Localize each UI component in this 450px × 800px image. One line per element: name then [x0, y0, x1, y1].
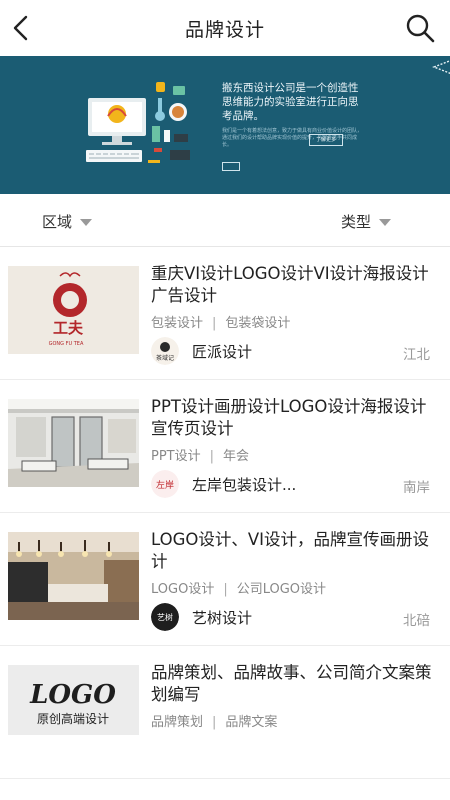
- region-filter[interactable]: 区域: [42, 211, 93, 232]
- item-tags: 品牌策划 | 品牌文案: [151, 715, 278, 730]
- top-bar: 品牌设计: [0, 0, 450, 56]
- shop-logo-text: 艺树: [157, 612, 173, 622]
- desk-illustration: [86, 82, 190, 163]
- shop-name: 匠派设计: [192, 342, 253, 361]
- list-item[interactable]: PPT设计画册设计LOGO设计海报设计宣传页设计 PPT设计 | 年会 左岸 左岸包…: [0, 380, 450, 513]
- caret-down-icon: [80, 219, 93, 226]
- shop-info[interactable]: 茶域记 匠派设计: [151, 337, 252, 365]
- shop-logo: 左岸: [151, 470, 179, 498]
- item-tag: 包装设计: [151, 316, 204, 331]
- item-tags: LOGO设计 | 公司LOGO设计: [151, 582, 327, 597]
- shop-logo: 茶域记: [151, 337, 179, 365]
- thumb-brand-subtext: GONG FU TEA: [49, 341, 84, 347]
- item-thumbnail: 工夫 GONG FU TEA: [8, 266, 139, 354]
- item-title: PPT设计画册设计LOGO设计海报设计宣传页设计: [151, 397, 427, 438]
- item-thumbnail: [8, 399, 139, 487]
- item-tag: 品牌文案: [225, 715, 278, 730]
- item-tag: 包装袋设计: [225, 316, 291, 331]
- caret-down-icon: [379, 219, 392, 226]
- item-tag: 公司LOGO设计: [236, 582, 327, 597]
- item-district: 江北: [403, 347, 430, 363]
- back-arrow-icon[interactable]: [6, 12, 38, 44]
- item-thumbnail: LOGO 原创高端设计: [8, 665, 139, 735]
- filter-bar: 区域 类型: [0, 194, 450, 247]
- item-tag: LOGO设计: [151, 582, 215, 597]
- shop-info[interactable]: 艺树 艺树设计: [151, 603, 252, 631]
- item-thumbnail: [8, 532, 139, 620]
- thumb-brand-text: 工夫: [53, 319, 84, 337]
- item-district: 南岸: [403, 480, 430, 496]
- item-title: LOGO设计、VI设计，品牌宣传画册设计: [151, 530, 430, 571]
- shop-logo-text: 茶域记: [156, 354, 174, 362]
- item-tag: PPT设计: [151, 449, 201, 464]
- type-filter-label: 类型: [341, 213, 372, 231]
- thumb-logo-text: LOGO: [29, 680, 116, 710]
- item-tags: PPT设计 | 年会: [151, 449, 250, 464]
- region-filter-label: 区域: [42, 213, 73, 231]
- item-tag: 品牌策划: [151, 715, 204, 730]
- item-tags: 包装设计 | 包装袋设计: [151, 316, 291, 331]
- page-title: 品牌设计: [184, 18, 265, 41]
- thumb-logo-subtext: 原创高端设计: [37, 711, 109, 726]
- banner-corner-decoration: [432, 60, 450, 74]
- search-icon[interactable]: [404, 12, 436, 44]
- shop-logo: 艺树: [151, 603, 179, 631]
- item-tag: 年会: [223, 449, 250, 464]
- item-district: 北碚: [403, 613, 430, 629]
- item-title: 品牌策划、品牌故事、公司简介文案策划编写: [151, 663, 432, 704]
- shop-info[interactable]: 左岸 左岸包装设计...: [151, 470, 296, 498]
- promo-banner[interactable]: 搬东西设计公司是一个创造性思维能力的实验室进行正向思考品牌。 我们是一个有着想法…: [0, 56, 450, 194]
- banner-headline: 搬东西设计公司是一个创造性思维能力的实验室进行正向思考品牌。: [222, 82, 359, 122]
- type-filter[interactable]: 类型: [341, 211, 392, 232]
- service-list: 工夫 GONG FU TEA 重庆VI设计LOGO设计VI设计海报设计广告设计 …: [0, 247, 450, 779]
- shop-logo-text: 左岸: [156, 479, 174, 491]
- list-item[interactable]: LOGO设计、VI设计，品牌宣传画册设计 LOGO设计 | 公司LOGO设计 艺树 …: [0, 513, 450, 646]
- banner-learn-more-button[interactable]: 了解更多: [309, 134, 343, 146]
- shop-name: 艺树设计: [192, 608, 253, 627]
- shop-name: 左岸包装设计...: [192, 475, 297, 494]
- list-item[interactable]: 工夫 GONG FU TEA 重庆VI设计LOGO设计VI设计海报设计广告设计 …: [0, 247, 450, 380]
- banner-outline-box: [222, 162, 240, 171]
- item-title: 重庆VI设计LOGO设计VI设计海报设计广告设计: [151, 264, 429, 305]
- list-item[interactable]: LOGO 原创高端设计 品牌策划、品牌故事、公司简介文案策划编写 品牌策划 | 品牌…: [0, 646, 450, 779]
